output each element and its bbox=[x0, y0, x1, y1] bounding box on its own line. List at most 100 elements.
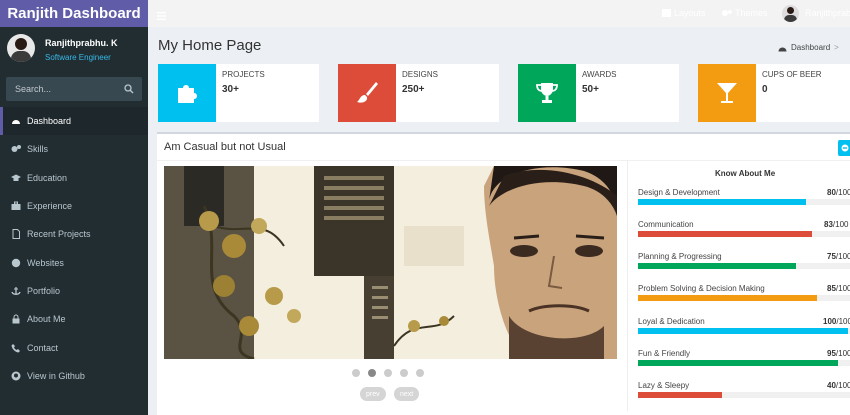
info-box-cups-of-beer: CUPS OF BEER 0 bbox=[698, 64, 850, 122]
info-box-label: PROJECTS bbox=[222, 70, 265, 79]
skill-name: Lazy & Sleepy bbox=[638, 381, 690, 390]
sidebar-item-about-me[interactable]: About Me bbox=[0, 305, 148, 333]
info-box-label: DESIGNS bbox=[402, 70, 439, 79]
skill-name: Planning & Progressing bbox=[638, 252, 722, 261]
skill-value: 75/100 bbox=[827, 252, 850, 261]
sidebar-item-label: Recent Projects bbox=[27, 229, 91, 240]
skill-name: Loyal & Dedication bbox=[638, 317, 705, 326]
info-box-label: CUPS OF BEER bbox=[762, 70, 822, 79]
skill-name: Problem Solving & Decision Making bbox=[638, 284, 765, 293]
themes-link[interactable]: Themes bbox=[722, 8, 768, 18]
sidebar-item-label: Education bbox=[27, 172, 68, 183]
avatar bbox=[7, 34, 35, 62]
carousel-indicator[interactable] bbox=[400, 369, 408, 377]
briefcase-icon bbox=[11, 201, 21, 211]
sidebar-item-dashboard[interactable]: Dashboard bbox=[0, 107, 148, 136]
user-name: Ranjithprabhu. K bbox=[45, 38, 118, 48]
info-box-value: 30+ bbox=[222, 84, 239, 95]
skill-progress-bar bbox=[638, 360, 850, 366]
sidebar-nav: Dashboard Skills Education Experience Recent… bbox=[0, 107, 148, 390]
skill-value: 100/100 bbox=[823, 317, 850, 326]
breadcrumb-home[interactable]: Dashboard bbox=[791, 43, 830, 52]
header-user-name[interactable]: Ranjithprabhu bbox=[805, 8, 850, 18]
skill-progress-bar bbox=[638, 328, 850, 334]
search-input[interactable]: Search... bbox=[6, 77, 142, 101]
skill-value: 80/100 bbox=[827, 188, 850, 197]
dashboard-icon bbox=[11, 116, 21, 126]
carousel-indicator[interactable] bbox=[368, 369, 376, 377]
sidebar-item-contact[interactable]: Contact bbox=[0, 333, 148, 361]
sidebar-item-label: Portfolio bbox=[27, 285, 61, 296]
carousel-prev-button[interactable]: prev bbox=[360, 387, 386, 401]
info-box-designs: DESIGNS 250+ bbox=[338, 64, 499, 122]
sidebar-item-label: Contact bbox=[27, 342, 59, 353]
sidebar-item-label: Skills bbox=[27, 144, 49, 155]
carousel-image bbox=[164, 166, 617, 359]
about-title: Know About Me bbox=[715, 169, 776, 178]
sidebar-item-education[interactable]: Education bbox=[0, 164, 148, 192]
sidebar-item-experience[interactable]: Experience bbox=[0, 192, 148, 220]
layouts-link[interactable]: Layouts bbox=[662, 8, 706, 18]
sidebar-item-label: About Me bbox=[27, 314, 66, 325]
brand-logo[interactable]: Ranjith Dashboard bbox=[0, 0, 148, 27]
layouts-label: Layouts bbox=[674, 8, 706, 18]
page-title: My Home Page bbox=[158, 37, 262, 54]
skill-progress-bar bbox=[638, 231, 850, 237]
top-header: Layouts Themes Ranjithprabhu bbox=[148, 0, 850, 27]
user-panel: Ranjithprabhu. K Software Engineer bbox=[0, 27, 148, 72]
skill-value: 95/100 bbox=[827, 349, 850, 358]
info-box-value: 250+ bbox=[402, 84, 425, 95]
skill-progress-bar bbox=[638, 199, 850, 205]
skill-value: 83/100 bbox=[824, 220, 849, 229]
cogs-icon bbox=[11, 144, 21, 154]
trophy-icon bbox=[518, 64, 576, 122]
sidebar-item-portfolio[interactable]: Portfolio bbox=[0, 277, 148, 305]
phone-icon bbox=[11, 343, 21, 353]
about-box: Know About Me Design & Development 80/100… bbox=[627, 161, 850, 411]
carousel-indicator[interactable] bbox=[384, 369, 392, 377]
sidebar-item-view-in-github[interactable]: View in Github bbox=[0, 362, 148, 390]
cogs-icon bbox=[722, 10, 732, 16]
breadcrumb-separator: > bbox=[834, 43, 839, 52]
globe-icon bbox=[11, 258, 21, 268]
sidebar-item-recent-projects[interactable]: Recent Projects bbox=[0, 220, 148, 248]
search-placeholder: Search... bbox=[15, 84, 52, 94]
sidebar: Ranjithprabhu. K Software Engineer Searc… bbox=[0, 27, 148, 415]
collapse-button[interactable] bbox=[838, 140, 850, 156]
info-box-value: 50+ bbox=[582, 84, 599, 95]
skill-progress-bar bbox=[638, 392, 850, 398]
sidebar-item-skills[interactable]: Skills bbox=[0, 135, 148, 163]
glass-icon bbox=[698, 64, 756, 122]
skill-progress-bar bbox=[638, 295, 850, 301]
skill-value: 85/100 bbox=[827, 284, 850, 293]
search-icon[interactable] bbox=[124, 83, 134, 97]
lock-icon bbox=[11, 314, 21, 324]
info-box-value: 0 bbox=[762, 84, 768, 95]
skill-name: Communication bbox=[638, 220, 694, 229]
puzzle-icon bbox=[158, 64, 216, 122]
carousel-next-button[interactable]: next bbox=[394, 387, 420, 401]
menu-toggle-icon[interactable] bbox=[157, 9, 166, 23]
skill-value: 40/100 bbox=[827, 381, 850, 390]
sidebar-item-websites[interactable]: Websites bbox=[0, 248, 148, 276]
layout-icon bbox=[662, 9, 671, 17]
info-box-awards: AWARDS 50+ bbox=[518, 64, 679, 122]
skill-name: Fun & Friendly bbox=[638, 349, 691, 358]
sidebar-item-label: View in Github bbox=[27, 370, 85, 381]
sidebar-item-label: Websites bbox=[27, 257, 64, 268]
anchor-icon bbox=[11, 286, 21, 296]
graduation-cap-icon bbox=[11, 173, 21, 183]
breadcrumb: Dashboard > bbox=[778, 43, 839, 52]
info-box-projects: PROJECTS 30+ bbox=[158, 64, 319, 122]
panel-title: Am Casual but not Usual bbox=[164, 141, 286, 153]
sidebar-item-label: Experience bbox=[27, 201, 73, 212]
info-box-label: AWARDS bbox=[582, 70, 617, 79]
file-icon bbox=[11, 229, 21, 240]
skill-name: Design & Development bbox=[638, 188, 720, 197]
carousel-indicator[interactable] bbox=[416, 369, 424, 377]
themes-label: Themes bbox=[735, 8, 768, 18]
header-avatar[interactable] bbox=[782, 5, 799, 22]
carousel-indicators bbox=[352, 369, 424, 377]
carousel-indicator[interactable] bbox=[352, 369, 360, 377]
paint-brush-icon bbox=[338, 64, 396, 122]
